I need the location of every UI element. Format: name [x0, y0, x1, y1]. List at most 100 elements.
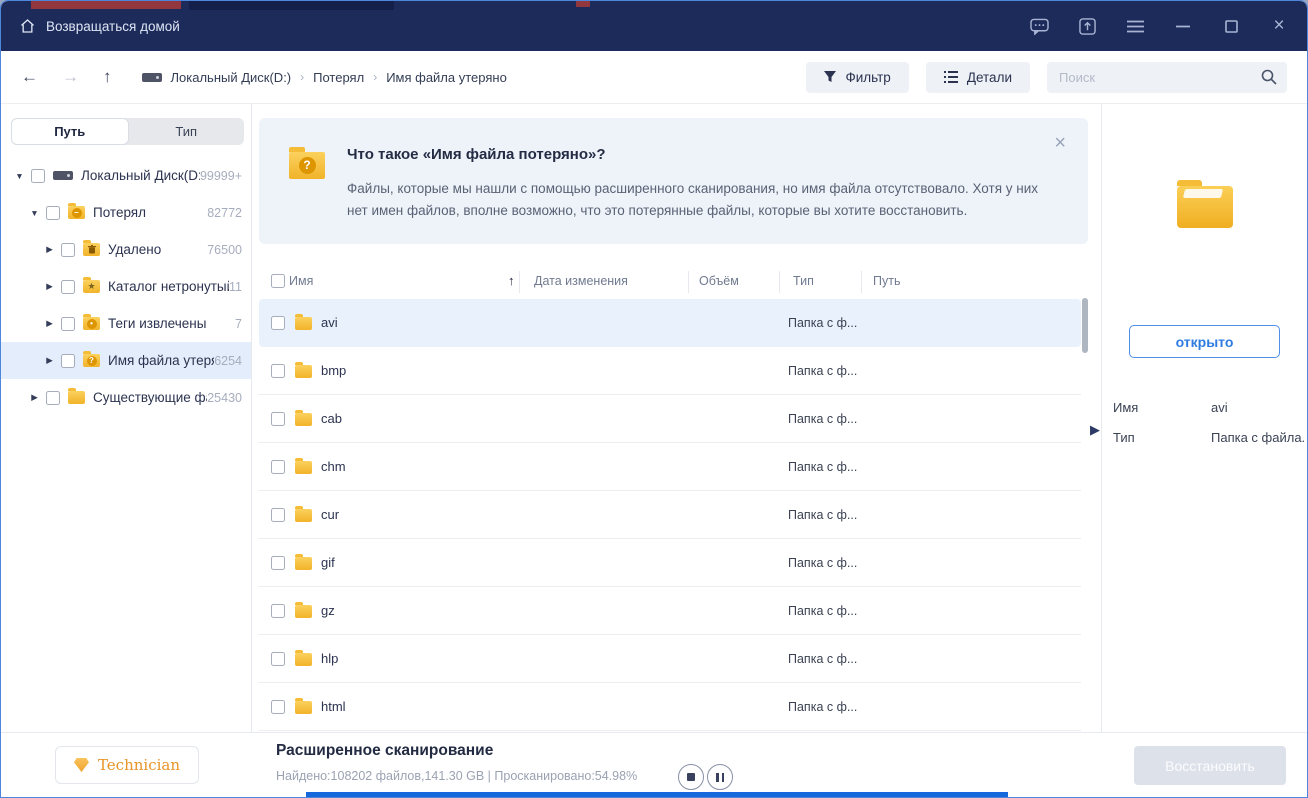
sidebar-tabs: Путь Тип: [11, 118, 244, 145]
folder-icon: [295, 458, 312, 474]
table-row[interactable]: cur Папка с ф...: [259, 491, 1081, 539]
tree-checkbox[interactable]: [31, 168, 45, 183]
tree-expand-arrow-icon[interactable]: ▶: [43, 318, 56, 329]
filter-button[interactable]: Фильтр: [806, 61, 909, 93]
list-icon: [943, 71, 958, 83]
search-icon[interactable]: [1261, 69, 1277, 90]
tree-checkbox[interactable]: [46, 390, 60, 405]
home-icon: [19, 18, 36, 34]
search-input[interactable]: [1047, 61, 1287, 93]
minimize-icon[interactable]: [1173, 16, 1193, 36]
tree-item[interactable]: ▼ – Потерял 82772: [1, 194, 251, 231]
tree-checkbox[interactable]: [61, 279, 75, 294]
folder-tree: ▼ Локальный Диск(D:) 99999+ ▼ – Потерял 82772 ▶…: [1, 157, 251, 416]
pause-scan-button[interactable]: [707, 764, 733, 790]
tab-type[interactable]: Тип: [129, 118, 245, 145]
tree-expand-arrow-icon[interactable]: ▶: [43, 281, 56, 292]
tree-item-count: 7: [235, 316, 242, 331]
search-box: [1047, 61, 1287, 93]
column-header-4[interactable]: Путь: [873, 274, 900, 288]
row-checkbox[interactable]: [271, 604, 285, 618]
table-row[interactable]: hlp Папка с ф...: [259, 635, 1081, 683]
feedback-bubble-icon[interactable]: [1029, 16, 1049, 36]
tree-item[interactable]: ▶ ★ Каталог нетронутый 11: [1, 268, 251, 305]
column-header-name[interactable]: Имя: [289, 274, 313, 288]
tree-expand-arrow-icon[interactable]: ▶: [43, 244, 56, 255]
forward-arrow-icon[interactable]: →: [62, 67, 79, 87]
column-header-3[interactable]: Тип: [793, 274, 814, 288]
file-type: Папка с ф...: [788, 316, 858, 330]
tree-checkbox[interactable]: [61, 242, 75, 257]
table-row[interactable]: gif Папка с ф...: [259, 539, 1081, 587]
banner-close-icon[interactable]: ×: [1054, 132, 1066, 155]
details-button[interactable]: Детали: [925, 61, 1030, 93]
breadcrumb-item-disk[interactable]: Локальный Диск(D:): [171, 70, 292, 85]
tree-expand-arrow-icon[interactable]: ▶: [28, 392, 41, 403]
tree-item[interactable]: ▶ • Теги извлечены 7: [1, 305, 251, 342]
banner-title: Что такое «Имя файла потеряно»?: [347, 146, 606, 163]
tree-item[interactable]: ▶ Удалено 76500: [1, 231, 251, 268]
file-type: Папка с ф...: [788, 364, 858, 378]
row-checkbox[interactable]: [271, 412, 285, 426]
menu-icon[interactable]: [1125, 16, 1145, 36]
table-row[interactable]: bmp Папка с ф...: [259, 347, 1081, 395]
select-all-checkbox[interactable]: [271, 274, 285, 288]
row-checkbox[interactable]: [271, 556, 285, 570]
table-scrollbar-thumb[interactable]: [1082, 298, 1088, 353]
table-row[interactable]: html Папка с ф...: [259, 683, 1081, 731]
sort-ascending-icon[interactable]: ↑: [508, 273, 515, 288]
tree-item-label: Каталог нетронутый: [108, 279, 230, 294]
tree-checkbox[interactable]: [61, 316, 75, 331]
row-checkbox[interactable]: [271, 652, 285, 666]
back-arrow-icon[interactable]: ←: [21, 67, 38, 87]
up-arrow-icon[interactable]: ↑: [103, 67, 112, 87]
license-button[interactable]: Technician: [55, 746, 199, 784]
tree-checkbox[interactable]: [61, 353, 75, 368]
stop-scan-button[interactable]: [678, 764, 704, 790]
app-window: Возвращаться домой × ← → ↑ Локальный Дис…: [0, 0, 1308, 798]
maximize-icon[interactable]: [1221, 16, 1241, 36]
tree-expand-arrow-icon[interactable]: ▶: [43, 355, 56, 366]
table-row[interactable]: chm Папка с ф...: [259, 443, 1081, 491]
details-label: Детали: [966, 69, 1012, 85]
tree-item[interactable]: ▶ Существующие фа...25430: [1, 379, 251, 416]
pause-icon: [716, 772, 724, 782]
tree-item[interactable]: ▶? Имя файла утеряно6254: [1, 342, 251, 379]
tree-checkbox[interactable]: [46, 205, 60, 220]
upgrade-icon[interactable]: [1077, 16, 1097, 36]
row-checkbox[interactable]: [271, 316, 285, 330]
info-banner: ? Что такое «Имя файла потеряно»? Файлы,…: [259, 118, 1088, 244]
app-body: Путь Тип ▼ Локальный Диск(D:) 99999+ ▼ – Поте…: [1, 104, 1307, 734]
table-row[interactable]: gz Папка с ф...: [259, 587, 1081, 635]
tree-item-count: 11: [229, 279, 242, 294]
breadcrumb-item-lost[interactable]: Потерял: [313, 70, 364, 85]
table-row[interactable]: cab Папка с ф...: [259, 395, 1081, 443]
row-checkbox[interactable]: [271, 508, 285, 522]
row-checkbox[interactable]: [271, 700, 285, 714]
folder-icon: [68, 388, 85, 404]
row-checkbox[interactable]: [271, 460, 285, 474]
tree-expand-arrow-icon[interactable]: ▼: [13, 171, 26, 181]
table-header: Имя Дата изменения Объём Тип Путь ↑: [259, 266, 1081, 299]
file-name: hlp: [321, 651, 339, 666]
column-header-2[interactable]: Объём: [699, 274, 739, 288]
column-header-1[interactable]: Дата изменения: [534, 274, 628, 288]
tab-path[interactable]: Путь: [11, 118, 129, 145]
background-artifact: [31, 1, 181, 9]
row-checkbox[interactable]: [271, 364, 285, 378]
close-icon[interactable]: ×: [1269, 15, 1289, 36]
breadcrumb-item-filename-lost[interactable]: Имя файла утеряно: [386, 70, 507, 85]
file-name: avi: [321, 315, 338, 330]
table-row[interactable]: avi Папка с ф...: [259, 299, 1081, 347]
preview-prop-type: Тип Папка с файла..: [1113, 430, 1304, 445]
folder-question-icon: ?: [289, 147, 325, 179]
panel-collapse-arrow-icon[interactable]: ▶: [1090, 422, 1100, 438]
open-button[interactable]: открыто: [1129, 325, 1280, 358]
tree-item[interactable]: ▼ Локальный Диск(D:) 99999+: [1, 157, 251, 194]
recover-button[interactable]: Восстановить: [1134, 746, 1286, 785]
file-name: bmp: [321, 363, 347, 378]
back-home-button[interactable]: Возвращаться домой: [19, 18, 180, 34]
funnel-icon: [824, 71, 837, 83]
file-type: Папка с ф...: [788, 412, 858, 426]
tree-expand-arrow-icon[interactable]: ▼: [28, 208, 41, 218]
